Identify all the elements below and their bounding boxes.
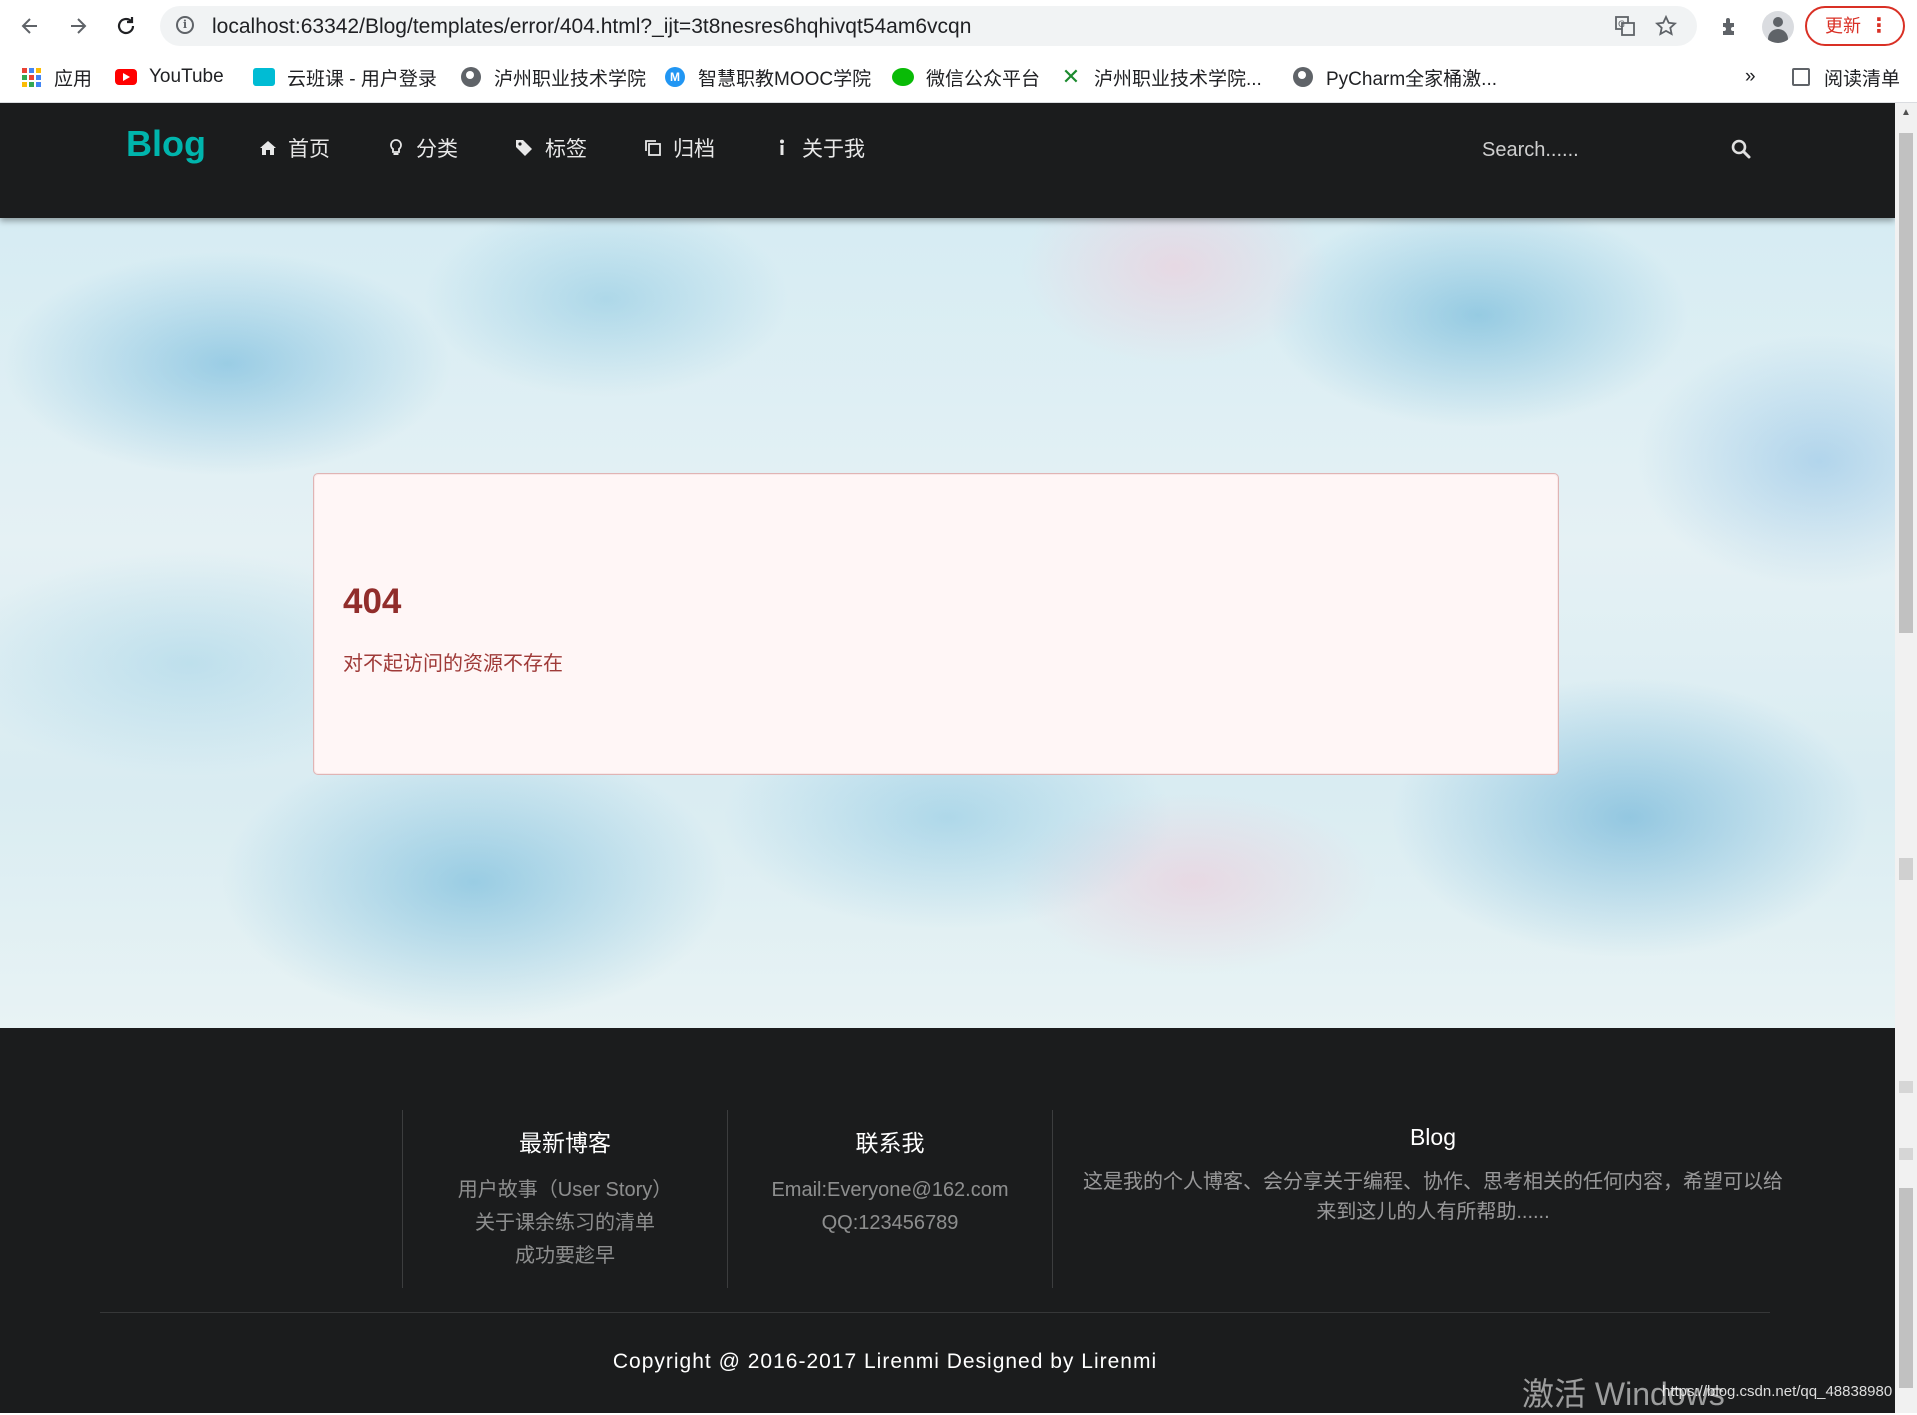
menu-label: 关于我 (802, 138, 865, 161)
clone-icon (643, 138, 663, 158)
menu-label: 分类 (416, 138, 458, 161)
scroll-thumb-lower[interactable] (1899, 1188, 1913, 1388)
error-message: 404 对不起访问的资源不存在 (313, 473, 1559, 775)
apps-icon (20, 66, 42, 88)
url-text[interactable]: localhost:63342/Blog/templates/error/404… (212, 15, 971, 39)
search-input[interactable] (1480, 128, 1714, 172)
home-icon (258, 138, 278, 158)
source-url-watermark: https://blog.csdn.net/qq_48838980 (1662, 1383, 1893, 1400)
update-button[interactable]: 更新 ⋮ (1805, 6, 1905, 46)
footer-blog-link[interactable]: 关于课余练习的清单 (403, 1207, 727, 1240)
site-navbar: Blog 首页 分类 标签 归档 关于我 Search...... (0, 103, 1895, 218)
bookmark-mooc[interactable]: M 智慧职教MOOC学院 (664, 62, 871, 92)
bookmark-label: 泸州职业技术学院... (1094, 68, 1262, 90)
youtube-icon (115, 66, 137, 88)
globe-icon (460, 66, 482, 88)
svg-text:G: G (1618, 20, 1625, 30)
scroll-marker (1899, 1148, 1913, 1160)
back-button[interactable] (14, 10, 46, 42)
menu-item-tags[interactable]: 标签 (515, 130, 587, 166)
bookmark-label: 微信公众平台 (926, 68, 1041, 90)
footer-heading: Blog (1409, 1124, 1457, 1150)
bookmark-label: 智慧职教MOOC学院 (698, 68, 872, 90)
footer-divider (100, 1312, 1770, 1313)
bookmark-pycharm[interactable]: PyCharm全家桶激... (1292, 62, 1497, 92)
reading-list-label: 阅读清单 (1824, 68, 1901, 90)
page-viewport: Blog 首页 分类 标签 归档 关于我 Search...... 404 对不… (0, 103, 1895, 1413)
bookmark-label: PyCharm全家桶激... (1326, 68, 1498, 90)
more-bookmarks-label: » (1745, 66, 1756, 87)
reading-list-button[interactable]: 阅读清单 (1790, 62, 1900, 92)
forward-button[interactable] (62, 10, 94, 42)
footer-email: Email:Everyone@162.com (771, 1179, 1009, 1201)
bookmark-youtube[interactable]: YouTube (115, 62, 224, 92)
address-bar[interactable]: i localhost:63342/Blog/templates/error/4… (160, 6, 1697, 46)
menu-item-archive[interactable]: 归档 (643, 130, 715, 166)
browser-toolbar: i localhost:63342/Blog/templates/error/4… (0, 0, 1917, 52)
info-icon (772, 138, 792, 158)
menu-label: 归档 (673, 138, 715, 161)
bookmark-label: 泸州职业技术学院 (494, 68, 647, 90)
arrow-right-icon (71, 18, 87, 34)
profile-avatar[interactable] (1762, 11, 1794, 43)
star-icon[interactable] (1654, 14, 1678, 38)
reading-list-icon (1790, 66, 1812, 88)
search-icon[interactable] (1730, 138, 1752, 160)
scroll-marker (1899, 858, 1913, 880)
reload-icon (117, 17, 135, 35)
reload-button[interactable] (110, 10, 142, 42)
cloud-icon (253, 66, 275, 88)
footer-blog-link[interactable]: 用户故事（User Story） (403, 1174, 727, 1207)
bookmark-cloud-class[interactable]: 云班课 - 用户登录 (253, 62, 437, 92)
tags-icon (515, 138, 535, 158)
menu-item-category[interactable]: 分类 (386, 130, 458, 166)
footer-qq: QQ:123456789 (821, 1212, 959, 1234)
menu-item-about[interactable]: 关于我 (772, 130, 865, 166)
bookmark-luzhou-college[interactable]: 泸州职业技术学院 (460, 62, 646, 92)
hero-background: 404 对不起访问的资源不存在 (0, 218, 1895, 1028)
x-logo-icon: ✕ (1061, 64, 1081, 89)
search-box (1480, 128, 1780, 172)
bookmark-wechat[interactable]: 微信公众平台 (892, 62, 1040, 92)
footer-blog-link[interactable]: 成功要趁早 (403, 1240, 727, 1273)
wechat-icon (892, 66, 914, 88)
scroll-up-icon[interactable]: ▲ (1895, 103, 1917, 123)
footer-heading: 最新博客 (519, 1130, 611, 1156)
menu-item-home[interactable]: 首页 (258, 130, 330, 166)
menu-label: 标签 (545, 138, 587, 161)
more-bookmarks-button[interactable]: » (1745, 62, 1756, 92)
bookmark-label: YouTube (149, 66, 224, 87)
scroll-thumb[interactable] (1899, 133, 1913, 633)
lightbulb-icon (386, 138, 406, 158)
extensions-icon[interactable] (1716, 12, 1744, 40)
scroll-marker (1899, 1081, 1913, 1093)
footer-about-text: 这是我的个人博客、会分享关于编程、协作、思考相关的任何内容，希望可以给来到这儿的… (1083, 1171, 1783, 1223)
copyright-text: Copyright @ 2016-2017 Lirenmi Designed b… (612, 1350, 1158, 1373)
footer-contact: 联系我 Email:Everyone@162.com QQ:123456789 (727, 1110, 1053, 1288)
bookmarks-bar: 应用 YouTube 云班课 - 用户登录 泸州职业技术学院 M 智慧职教MOO… (0, 52, 1917, 103)
site-footer: 最新博客 用户故事（User Story） 关于课余练习的清单 成功要趁早 联系… (0, 1028, 1895, 1413)
footer-heading: 联系我 (855, 1130, 925, 1156)
bookmark-label: 应用 (54, 68, 93, 90)
bookmark-label: 云班课 - 用户登录 (287, 68, 437, 90)
update-label: 更新 (1825, 16, 1861, 36)
menu-label: 首页 (288, 138, 330, 161)
arrow-left-icon (21, 18, 37, 34)
menu-dots-icon: ⋮ (1869, 15, 1889, 37)
globe-icon (1292, 66, 1314, 88)
bookmark-apps[interactable]: 应用 (20, 62, 92, 92)
error-text: 对不起访问的资源不存在 (343, 653, 563, 675)
error-title: 404 (343, 582, 402, 621)
mooc-icon: M (664, 66, 686, 88)
site-brand[interactable]: Blog (126, 123, 206, 165)
footer-about: Blog 这是我的个人博客、会分享关于编程、协作、思考相关的任何内容，希望可以给… (1080, 1110, 1786, 1288)
page-scrollbar[interactable]: ▲ (1895, 103, 1917, 1413)
footer-latest-blogs: 最新博客 用户故事（User Story） 关于课余练习的清单 成功要趁早 (402, 1110, 727, 1288)
site-info-icon[interactable]: i (176, 16, 194, 34)
translate-icon[interactable]: G (1613, 14, 1637, 38)
bookmark-luzhou-college-2[interactable]: ✕ 泸州职业技术学院... (1060, 62, 1262, 92)
